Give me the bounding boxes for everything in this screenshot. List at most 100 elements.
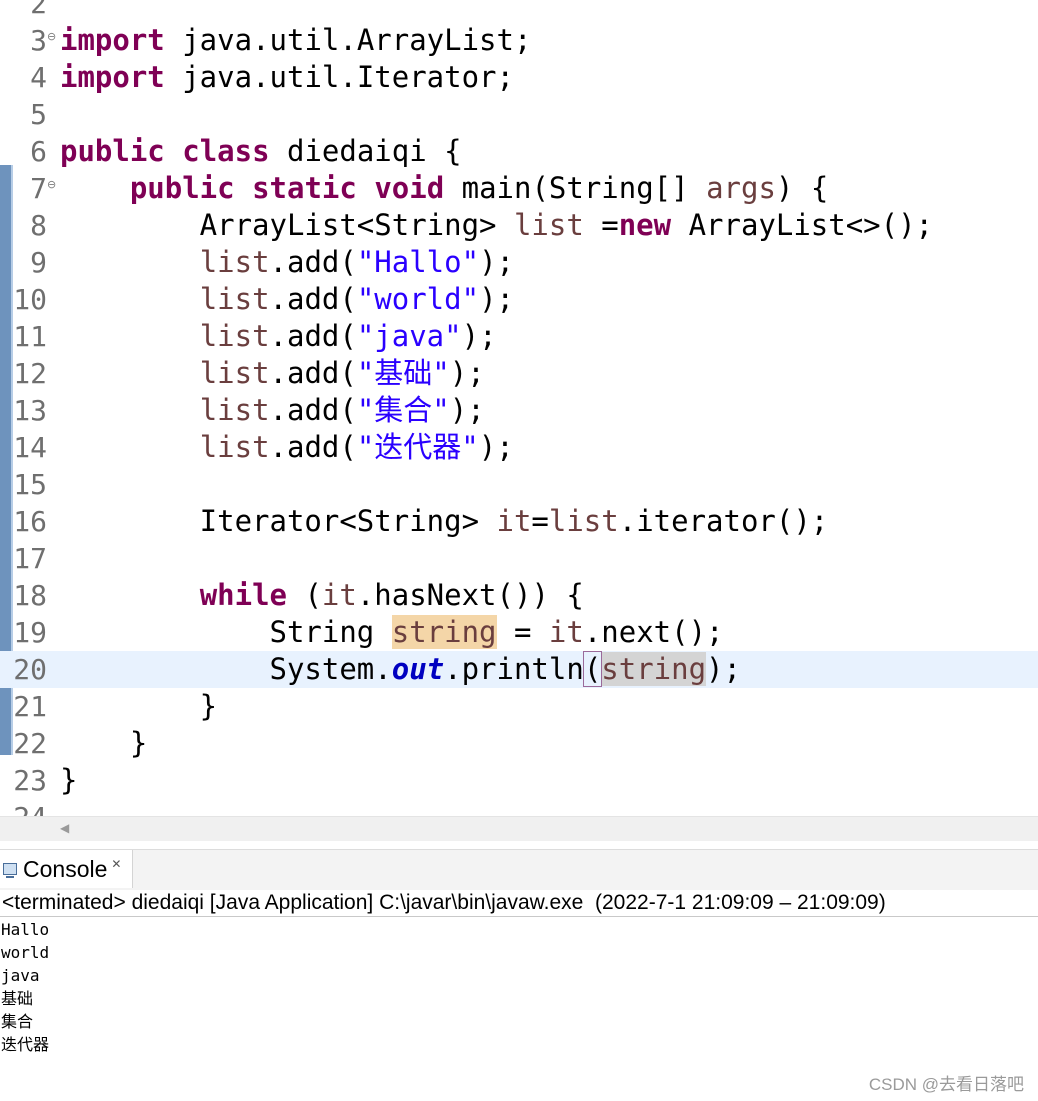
code-lines: 2 3 ⊖ import java.util.ArrayList; 4 import ja… — [0, 0, 1038, 816]
tab-console[interactable]: Console ✕ — [0, 850, 133, 888]
code-text: list.add("world"); — [60, 281, 514, 318]
code-token: .add( — [269, 393, 357, 427]
code-token: ( — [287, 578, 322, 612]
code-token: = — [583, 208, 619, 242]
code-line[interactable]: 9 list.add("Hallo"); — [0, 244, 1038, 281]
console-output[interactable]: Hallo world java 基础 集合 迭代器 — [1, 918, 49, 1056]
code-token: ); — [706, 652, 741, 686]
console-icon — [3, 863, 17, 878]
code-text: while (it.hasNext()) { — [60, 577, 584, 614]
horizontal-scrollbar[interactable]: ◀ — [0, 816, 1038, 841]
code-token: class — [182, 134, 270, 168]
code-token: static — [252, 171, 357, 205]
line-number: 21 — [13, 690, 47, 723]
code-token: it — [496, 504, 532, 538]
code-text: ArrayList<String> list =new ArrayList<>(… — [60, 207, 933, 244]
code-token: args — [706, 171, 776, 205]
code-line[interactable]: 3 ⊖ import java.util.ArrayList; — [0, 22, 1038, 59]
console-output-line: java — [1, 966, 40, 985]
code-text: String string = it.next(); — [60, 614, 724, 651]
code-line[interactable]: 11 list.add("java"); — [0, 318, 1038, 355]
code-token: .add( — [269, 430, 357, 464]
code-line[interactable]: 17 — [0, 540, 1038, 577]
code-token: .add( — [269, 282, 357, 316]
code-editor[interactable]: 2 3 ⊖ import java.util.ArrayList; 4 import ja… — [0, 0, 1038, 816]
code-token: import — [60, 60, 165, 94]
line-number: 23 — [13, 764, 47, 797]
code-text: } — [60, 725, 147, 762]
code-line[interactable]: 6 public class diedaiqi { — [0, 133, 1038, 170]
code-line[interactable]: 24 — [0, 799, 1038, 816]
code-line[interactable]: 13 list.add("集合"); — [0, 392, 1038, 429]
code-token: .next(); — [583, 615, 724, 649]
code-text: list.add("Hallo"); — [60, 244, 514, 281]
code-token: new — [618, 208, 672, 242]
code-line[interactable]: 10 list.add("world"); — [0, 281, 1038, 318]
code-token: string — [601, 652, 707, 686]
code-token: .add( — [269, 356, 357, 390]
code-token: ArrayList<>(); — [671, 208, 934, 242]
line-number: 4 — [30, 61, 47, 94]
line-number: 8 — [30, 209, 47, 242]
console-view-header: Console ✕ — [0, 849, 1038, 890]
line-number: 20 — [13, 653, 47, 686]
code-token: string — [391, 615, 497, 649]
line-number: 3 — [30, 24, 47, 57]
code-token: out — [391, 652, 445, 686]
code-token: ); — [449, 393, 485, 427]
code-token: ); — [479, 245, 514, 279]
code-line[interactable]: 23} — [0, 762, 1038, 799]
fold-toggle-icon[interactable]: ⊖ — [47, 22, 57, 52]
code-token: list — [199, 319, 270, 353]
code-line[interactable]: 14 list.add("迭代器"); — [0, 429, 1038, 466]
code-token: public — [60, 134, 165, 168]
code-line[interactable]: 7 ⊖ public static void main(String[] args… — [0, 170, 1038, 207]
code-text: } — [60, 688, 217, 725]
code-token: import — [60, 23, 165, 57]
code-token: .hasNext()) { — [356, 578, 584, 612]
code-line[interactable]: 21 } — [0, 688, 1038, 725]
code-line[interactable]: 18 while (it.hasNext()) { — [0, 577, 1038, 614]
line-number: 19 — [13, 616, 47, 649]
code-token: ( — [582, 651, 603, 687]
code-line[interactable]: 2 — [0, 0, 1038, 22]
code-text: list.add("集合"); — [60, 392, 485, 429]
code-token: "集合" — [356, 393, 450, 427]
code-token: ArrayList<String> — [60, 208, 514, 242]
code-line[interactable]: 5 — [0, 96, 1038, 133]
code-line[interactable]: 15 — [0, 466, 1038, 503]
code-line[interactable]: 20 System.out.println(string); — [0, 651, 1038, 688]
code-line[interactable]: 19 String string = it.next(); — [0, 614, 1038, 651]
code-line[interactable]: 4 import java.util.Iterator; — [0, 59, 1038, 96]
code-token: public — [129, 171, 235, 205]
code-line[interactable]: 8 ArrayList<String> list =new ArrayList<… — [0, 207, 1038, 244]
code-token: it — [321, 578, 357, 612]
line-number: 13 — [13, 394, 47, 427]
console-status-line: <terminated> diedaiqi [Java Application]… — [2, 891, 886, 914]
code-token: it — [548, 615, 584, 649]
line-number: 9 — [30, 246, 47, 279]
close-icon[interactable]: ✕ — [111, 857, 121, 871]
line-number: 5 — [30, 98, 47, 131]
code-line[interactable]: 22 } — [0, 725, 1038, 762]
code-line[interactable]: 12 list.add("基础"); — [0, 355, 1038, 392]
code-token: main(String[] — [444, 171, 707, 205]
line-number: 12 — [13, 357, 47, 390]
code-token: String — [60, 615, 392, 649]
code-token: Iterator<String> — [60, 504, 497, 538]
fold-toggle-icon[interactable]: ⊖ — [47, 170, 57, 200]
line-number: 15 — [13, 468, 47, 501]
scroll-left-arrow-icon[interactable]: ◀ — [60, 821, 69, 835]
code-line[interactable]: 16 Iterator<String> it=list.iterator(); — [0, 503, 1038, 540]
code-token: = — [496, 615, 549, 649]
code-token: list — [199, 430, 270, 464]
code-token: "world" — [356, 282, 480, 316]
console-output-line: 集合 — [1, 1012, 34, 1031]
divider — [0, 916, 1038, 917]
code-token: list — [513, 208, 584, 242]
